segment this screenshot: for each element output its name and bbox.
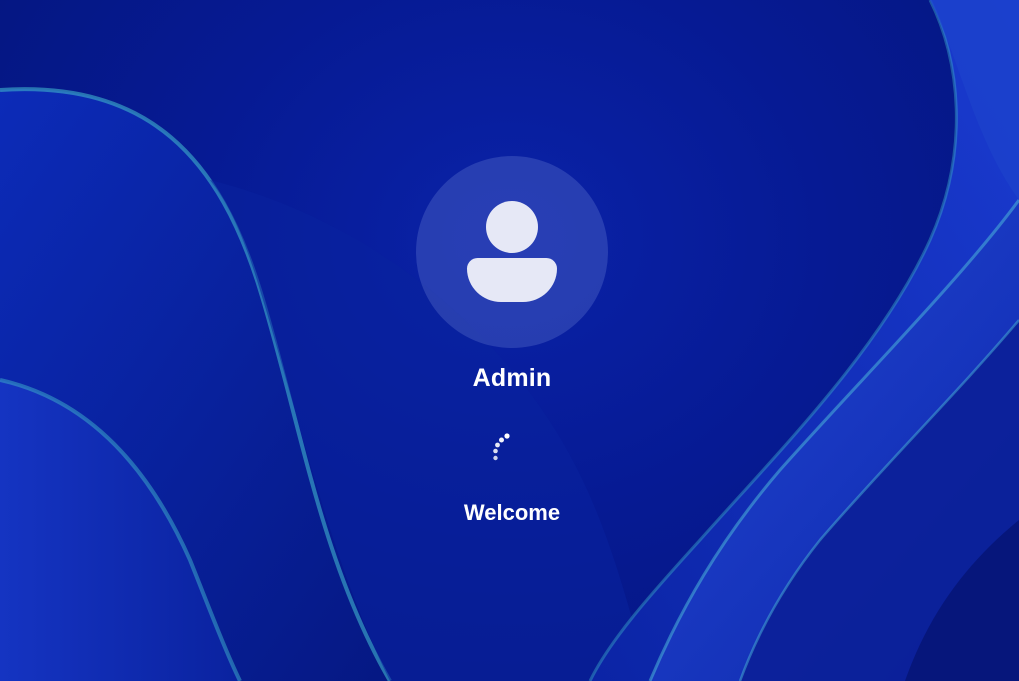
user-avatar-icon [416,156,608,348]
user-tile: Admin Welcome [0,0,1019,681]
loading-spinner-icon [493,433,510,461]
avatar-body [467,258,557,302]
avatar-head [486,201,538,253]
status-text: Welcome [463,500,561,525]
lock-screen: Admin Welcome [0,0,1019,681]
username-label: Admin [472,364,552,392]
